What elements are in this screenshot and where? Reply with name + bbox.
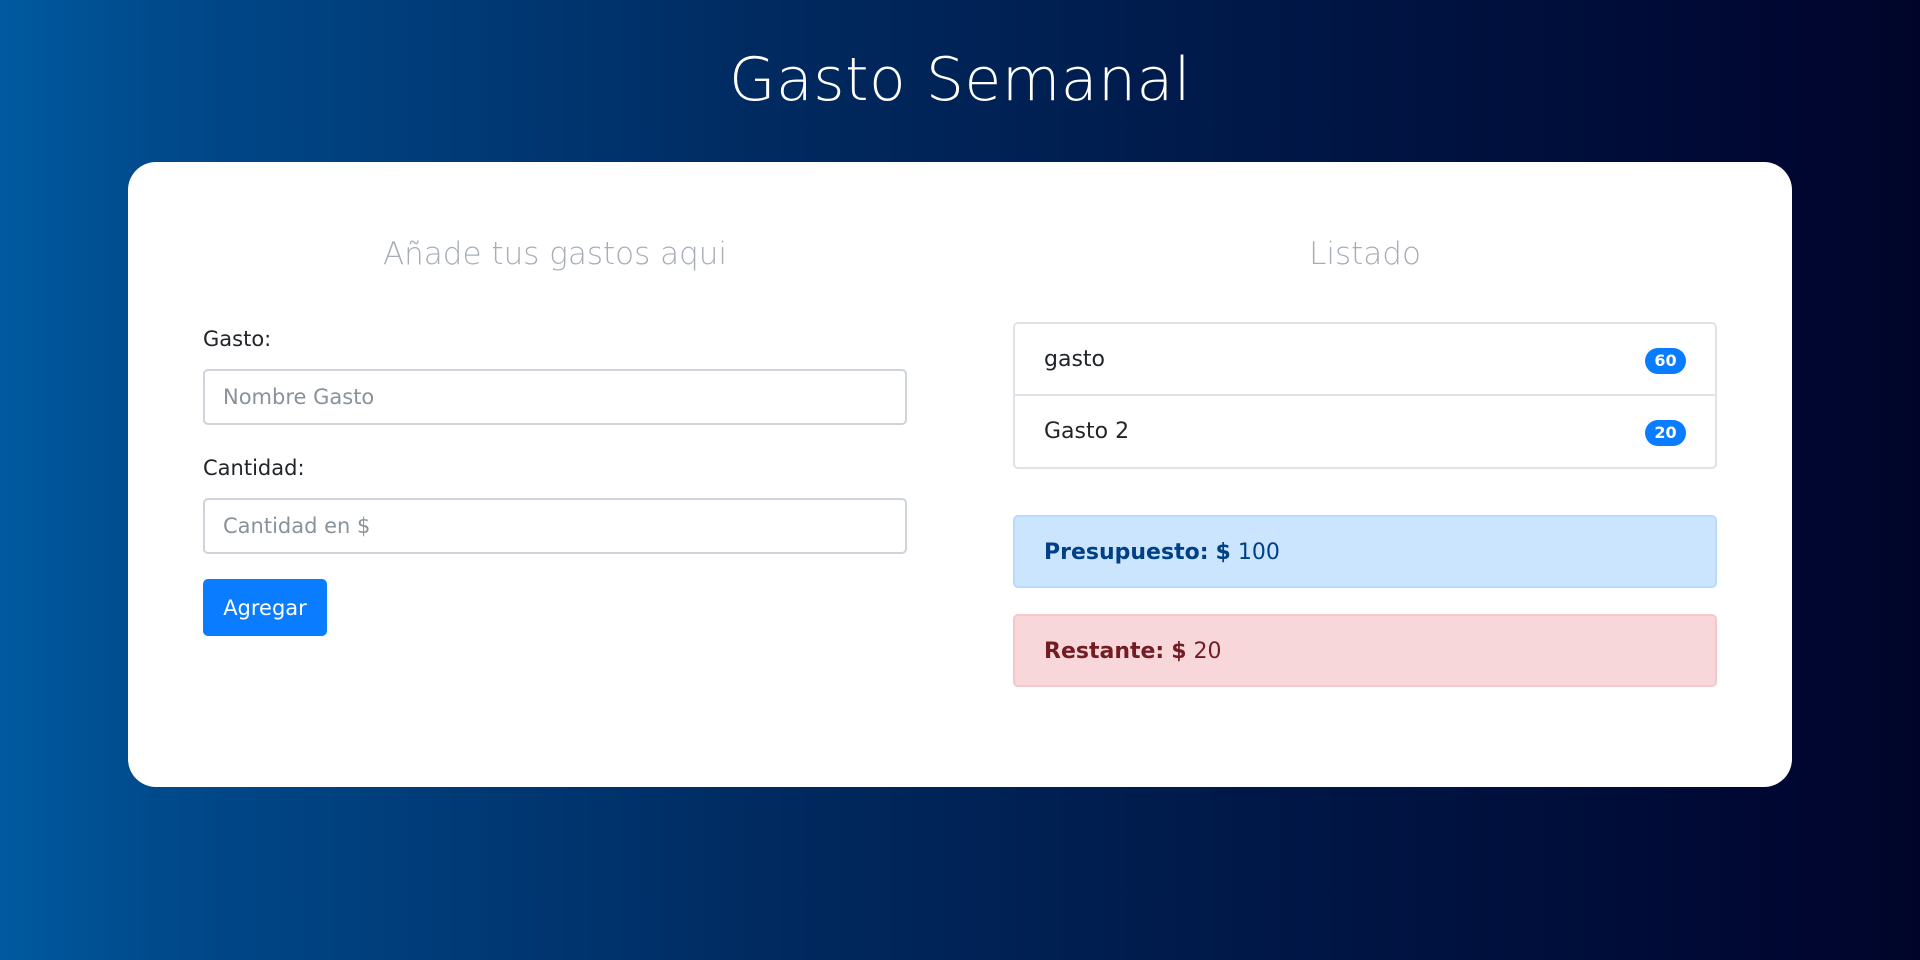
cantidad-input[interactable]	[203, 498, 907, 554]
presupuesto-label: Presupuesto:	[1044, 540, 1209, 565]
expense-name: Gasto 2	[1044, 419, 1130, 444]
expense-list: gasto 60 Gasto 2 20	[1013, 322, 1717, 469]
cantidad-label: Cantidad:	[203, 456, 305, 480]
agregar-button[interactable]: Agregar	[203, 579, 327, 636]
restante-alert: Restante: $ 20	[1013, 614, 1717, 687]
list-item: Gasto 2 20	[1015, 396, 1715, 467]
gasto-label: Gasto:	[203, 327, 272, 351]
expense-amount-badge: 20	[1645, 420, 1686, 446]
gasto-name-input[interactable]	[203, 369, 907, 425]
restante-value: 20	[1193, 639, 1222, 664]
page-title: Gasto Semanal	[728, 45, 1191, 115]
presupuesto-value: 100	[1237, 540, 1280, 565]
listado-heading: Listado	[1309, 236, 1421, 272]
expense-name: gasto	[1044, 347, 1105, 372]
main-card: Añade tus gastos aqui Gasto: Cantidad: A…	[128, 162, 1792, 787]
expense-amount-badge: 60	[1645, 348, 1686, 374]
restante-label: Restante:	[1044, 639, 1165, 664]
presupuesto-currency: $	[1215, 540, 1231, 565]
restante-currency: $	[1171, 639, 1187, 664]
add-expense-heading: Añade tus gastos aqui	[382, 236, 728, 272]
list-item: gasto 60	[1015, 324, 1715, 396]
presupuesto-alert: Presupuesto: $ 100	[1013, 515, 1717, 588]
